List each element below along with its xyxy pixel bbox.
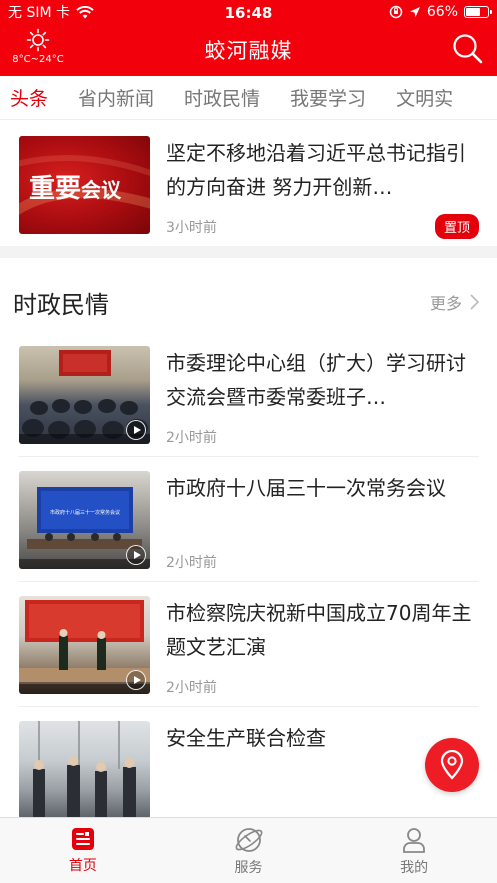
section-title: 时政民情 [13,290,109,319]
app-title: 蛟河融媒 [204,39,293,63]
more-label: 更多 [429,294,462,313]
play-icon [126,420,146,440]
thumbnail-banner-text: 市政府十八届三十一次常务会议 [49,510,120,516]
item-title[interactable]: 市检察院庆祝新中国成立70周年主题文艺汇演 [166,596,479,664]
weather-temperature: 8°C~24°C [12,54,64,65]
item-thumbnail: 市政府十八届三十一次常务会议 [19,471,150,569]
play-icon [126,670,146,690]
tab-headlines[interactable]: 头条 [10,84,48,111]
nav-home[interactable]: 首页 [0,818,166,883]
item-thumbnail [19,346,150,444]
list-item[interactable]: 市检察院庆祝新中国成立70周年主题文艺汇演 2小时前 [0,582,497,706]
tab-politics[interactable]: 时政民情 [184,84,260,111]
home-news-icon [71,828,94,850]
nav-services[interactable]: 服务 [166,818,332,883]
item-time: 2小时前 [166,680,217,696]
top-story-time: 3小时前 [166,220,217,236]
nav-home-label: 首页 [68,858,97,874]
weather-widget[interactable]: 8°C~24°C [8,28,68,65]
nav-services-label: 服务 [234,860,263,876]
carrier-label: 无 SIM 卡 [8,5,70,21]
tab-province-news[interactable]: 省内新闻 [78,84,154,111]
nav-profile-label: 我的 [400,860,429,876]
list-item[interactable]: 市委理论中心组（扩大）学习研讨交流会暨市委常委班子… 2小时前 [0,346,497,456]
chevron-right-icon [470,294,479,310]
item-title[interactable]: 市政府十八届三十一次常务会议 [166,471,479,505]
planet-service-icon [235,828,262,852]
tab-study[interactable]: 我要学习 [290,84,366,111]
status-bar: 无 SIM 卡 16:48 66% [0,0,497,24]
top-story-card[interactable]: 重要会议 坚定不移地沿着习近平总书记指引的方向奋进 努力开创新… 3小时前 置顶 [0,120,497,246]
tab-civilization[interactable]: 文明实 [396,84,453,111]
orientation-lock-icon [389,5,403,19]
pinned-badge: 置顶 [434,214,479,239]
list-item[interactable]: 市政府十八届三十一次常务会议 市政府十八届三十一次常务会议 2小时前 [0,457,497,581]
play-icon [126,545,146,565]
item-thumbnail [19,721,150,819]
item-time: 2小时前 [166,430,217,446]
battery-icon [464,6,492,18]
bottom-navigation: 首页 服务 我的 [0,817,497,883]
thumbnail-text-main: 重要 [29,174,82,204]
thumbnail-text-sub: 会议 [81,178,122,202]
top-story-thumbnail: 重要会议 [19,136,150,234]
more-link[interactable]: 更多 [430,290,479,314]
nav-profile[interactable]: 我的 [331,818,497,883]
battery-percent: 66% [426,4,458,20]
item-title[interactable]: 市委理论中心组（扩大）学习研讨交流会暨市委常委班子… [166,346,479,414]
top-story-title[interactable]: 坚定不移地沿着习近平总书记指引的方向奋进 努力开创新… [166,136,479,204]
channel-tabs: 头条 省内新闻 时政民情 我要学习 文明实 [0,76,497,120]
wifi-icon [76,5,94,18]
item-time: 2小时前 [166,555,217,571]
app-header-area: 无 SIM 卡 16:48 66% 8°C~24°C 蛟河融媒 [0,0,497,76]
section-header: 时政民情 更多 [0,258,497,346]
user-icon [403,828,426,853]
item-thumbnail [19,596,150,694]
location-arrow-icon [409,7,420,17]
location-pin-icon [440,750,464,780]
list-item[interactable]: 安全生产联合检查 [0,707,497,831]
search-icon[interactable] [451,32,485,66]
sun-icon [26,28,50,52]
location-button[interactable] [425,738,479,792]
section-gap [0,246,497,258]
